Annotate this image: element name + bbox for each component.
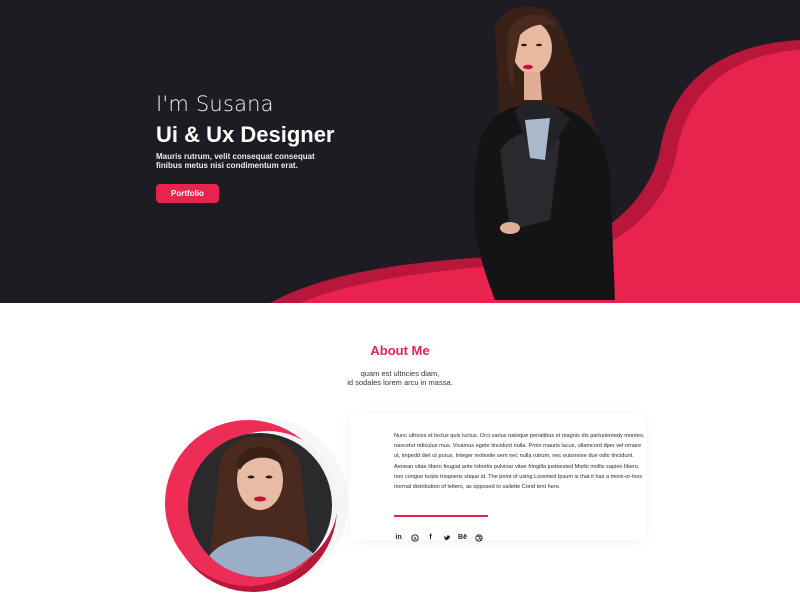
hero-subtitle: Mauris rutrum, velit consequat consequat…: [156, 152, 336, 170]
about-divider: [394, 515, 488, 517]
facebook-icon[interactable]: f: [426, 533, 435, 542]
social-links: in S f Bē: [394, 533, 483, 542]
twitter-icon[interactable]: [442, 533, 451, 542]
skype-icon[interactable]: S: [410, 533, 419, 542]
hero-subtitle-line-2: finibus metus nisi condimentum erat.: [156, 161, 298, 170]
hero-section: I'm Susana Ui & Ux Designer Mauris rutru…: [0, 0, 800, 303]
portfolio-button[interactable]: Portfolio: [156, 184, 219, 203]
about-subtitle-line-2: id sodales lorem arcu in massa.: [347, 378, 453, 387]
about-body-text: Nunc ultrices et lectus quis luctus. Orc…: [394, 433, 645, 491]
about-photo: [150, 405, 360, 595]
about-subtitle: quam est ultricies diam, id sodales lore…: [0, 369, 800, 387]
hero-portrait-illustration: [440, 0, 630, 303]
hero-text-block: I'm Susana Ui & Ux Designer Mauris rutru…: [156, 92, 336, 170]
linkedin-icon[interactable]: in: [394, 533, 403, 542]
hero-wave-shape: [270, 40, 800, 303]
about-subtitle-line-1: quam est ultricies diam,: [360, 369, 440, 378]
hero-subtitle-line-1: Mauris rutrum, velit consequat consequat: [156, 152, 315, 161]
behance-icon[interactable]: Bē: [458, 533, 467, 542]
about-title: About Me: [370, 343, 430, 358]
dribbble-icon[interactable]: [474, 533, 483, 542]
hero-greeting: I'm Susana: [156, 92, 274, 116]
hero-role-title: Ui & Ux Designer: [156, 122, 335, 147]
